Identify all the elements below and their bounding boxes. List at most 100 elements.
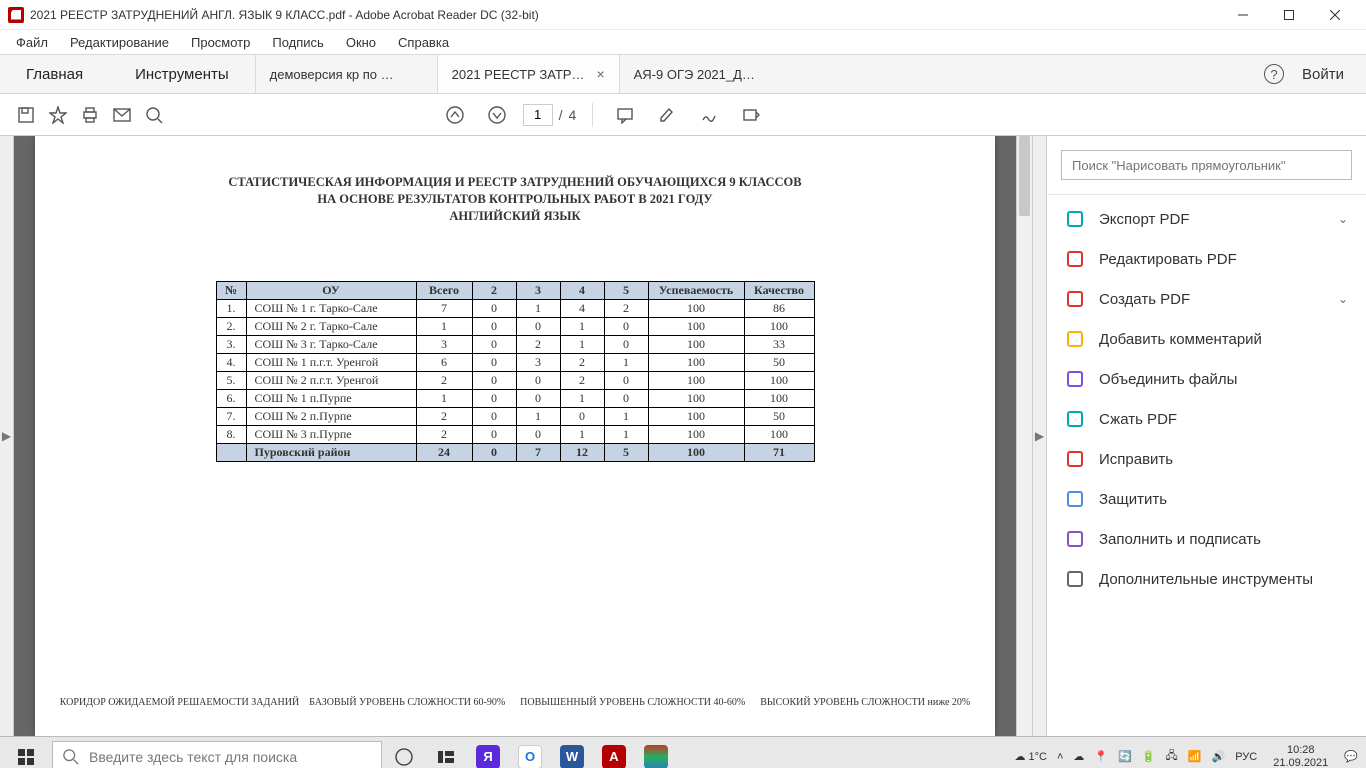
table-cell: 0 [472,317,516,335]
tool-item[interactable]: Заполнить и подписать [1047,519,1366,559]
taskbar-app-1[interactable] [426,737,466,768]
taskbar-search[interactable]: Введите здесь текст для поиска [52,741,382,768]
table-cell: 100 [648,443,744,461]
tool-item[interactable]: Объединить файлы [1047,359,1366,399]
system-tray[interactable]: ☁ 1°C ˄ ☁ 📍 🔄 🔋 🖧 📶 🔊 РУС 10:28 21.09.20… [1008,744,1364,768]
table-cell: 1 [416,389,472,407]
page-up-icon[interactable] [439,99,471,131]
menu-bar: Файл Редактирование Просмотр Подпись Окн… [0,30,1366,54]
print-icon[interactable] [74,99,106,131]
table-cell: 7 [516,443,560,461]
left-rail-toggle[interactable]: ▶ [0,136,14,736]
table-cell: 33 [744,335,814,353]
table-cell: 1 [560,425,604,443]
highlight-icon[interactable] [651,99,683,131]
tray-volume-icon[interactable]: 🔊 [1212,750,1226,763]
nav-tools[interactable]: Инструменты [109,55,255,93]
tray-network-icon[interactable]: 🖧 [1166,747,1178,766]
table-cell: 100 [648,299,744,317]
chevron-down-icon: ⌄ [1338,212,1348,226]
tool-item[interactable]: Сжать PDF [1047,399,1366,439]
table-cell: 3 [516,353,560,371]
tray-battery-icon[interactable]: 🔋 [1142,750,1156,763]
table-cell: 7 [416,299,472,317]
menu-file[interactable]: Файл [6,32,58,53]
scrollbar-thumb[interactable] [1019,136,1030,216]
close-button[interactable] [1312,0,1358,30]
tool-item[interactable]: Редактировать PDF [1047,239,1366,279]
save-icon[interactable] [10,99,42,131]
clock-date: 21.09.2021 [1273,757,1328,768]
vertical-scrollbar[interactable] [1016,136,1032,736]
table-cell: 2. [216,317,246,335]
tool-item[interactable]: Создать PDF⌄ [1047,279,1366,319]
tools-panel: Экспорт PDF⌄Редактировать PDFСоздать PDF… [1046,136,1366,736]
zoom-icon[interactable] [138,99,170,131]
tray-wifi-icon[interactable]: 📶 [1188,750,1202,763]
table-row: 2.СОШ № 2 г. Тарко-Сале10010100100 [216,317,814,335]
tray-chevron-icon[interactable]: ˄ [1057,751,1063,763]
tool-item[interactable]: Добавить комментарий [1047,319,1366,359]
tool-item[interactable]: Исправить [1047,439,1366,479]
tab-close-icon[interactable]: × [596,66,604,82]
table-cell: 2 [604,299,648,317]
taskbar-app-word[interactable]: W [552,737,592,768]
login-button[interactable]: Войти [1302,66,1344,83]
table-row: 7.СОШ № 2 п.Пурпе2010110050 [216,407,814,425]
help-icon[interactable]: ? [1264,64,1284,84]
mail-icon[interactable] [106,99,138,131]
weather-widget[interactable]: ☁ 1°C [1014,750,1047,763]
tray-sync-icon[interactable]: 🔄 [1118,750,1132,763]
tool-label: Сжать PDF [1099,411,1177,428]
comment-icon[interactable] [609,99,641,131]
minimize-button[interactable] [1220,0,1266,30]
tool-item[interactable]: Дополнительные инструменты [1047,559,1366,599]
table-cell: 2 [516,335,560,353]
tool-label: Заполнить и подписать [1099,531,1261,548]
menu-help[interactable]: Справка [388,32,459,53]
start-button[interactable] [2,737,50,768]
table-cell: 100 [744,317,814,335]
task-view-icon[interactable] [384,737,424,768]
maximize-button[interactable] [1266,0,1312,30]
table-cell: 86 [744,299,814,317]
star-icon[interactable] [42,99,74,131]
right-rail-toggle[interactable]: ▶ [1032,136,1046,736]
table-header: 5 [604,281,648,299]
table-cell: 2 [416,371,472,389]
document-viewer[interactable]: СТАТИСТИЧЕСКАЯ ИНФОРМАЦИЯ И РЕЕСТР ЗАТРУ… [14,136,1016,736]
tray-language[interactable]: РУС [1235,751,1257,763]
taskbar-app-browser[interactable]: Я [468,737,508,768]
tool-icon [1065,249,1085,269]
taskbar-clock[interactable]: 10:28 21.09.2021 [1267,744,1334,768]
page-down-icon[interactable] [481,99,513,131]
stamp-icon[interactable] [735,99,767,131]
menu-sign[interactable]: Подпись [262,32,333,53]
table-cell: 3. [216,335,246,353]
table-cell: СОШ № 1 г. Тарко-Сале [246,299,416,317]
tools-search-input[interactable] [1061,150,1352,180]
tool-item[interactable]: Экспорт PDF⌄ [1047,194,1366,239]
sign-icon[interactable] [693,99,725,131]
doc-tab-2[interactable]: АЯ-9 ОГЭ 2021_Д… [619,55,801,93]
tool-item[interactable]: Защитить [1047,479,1366,519]
doc-tab-1[interactable]: 2021 РЕЕСТР ЗАТР…× [437,55,619,93]
app-icon [8,7,24,23]
menu-edit[interactable]: Редактирование [60,32,179,53]
notifications-icon[interactable]: 💬 [1344,750,1358,763]
tray-location-icon[interactable]: 📍 [1094,750,1108,763]
table-cell: 0 [604,335,648,353]
tray-cloud-icon[interactable]: ☁ [1073,750,1084,763]
table-cell: 0 [472,353,516,371]
page-sep: / [559,107,563,123]
taskbar-app-books[interactable] [636,737,676,768]
doc-tab-0[interactable]: демоверсия кр по … [255,55,437,93]
taskbar-app-opera[interactable]: O [510,737,550,768]
menu-view[interactable]: Просмотр [181,32,260,53]
menu-window[interactable]: Окно [336,32,386,53]
top-nav: Главная Инструменты демоверсия кр по … 2… [0,54,1366,94]
taskbar-app-acrobat[interactable]: A [594,737,634,768]
page-current-input[interactable] [523,104,553,126]
nav-home[interactable]: Главная [0,55,109,93]
table-cell: 0 [472,443,516,461]
